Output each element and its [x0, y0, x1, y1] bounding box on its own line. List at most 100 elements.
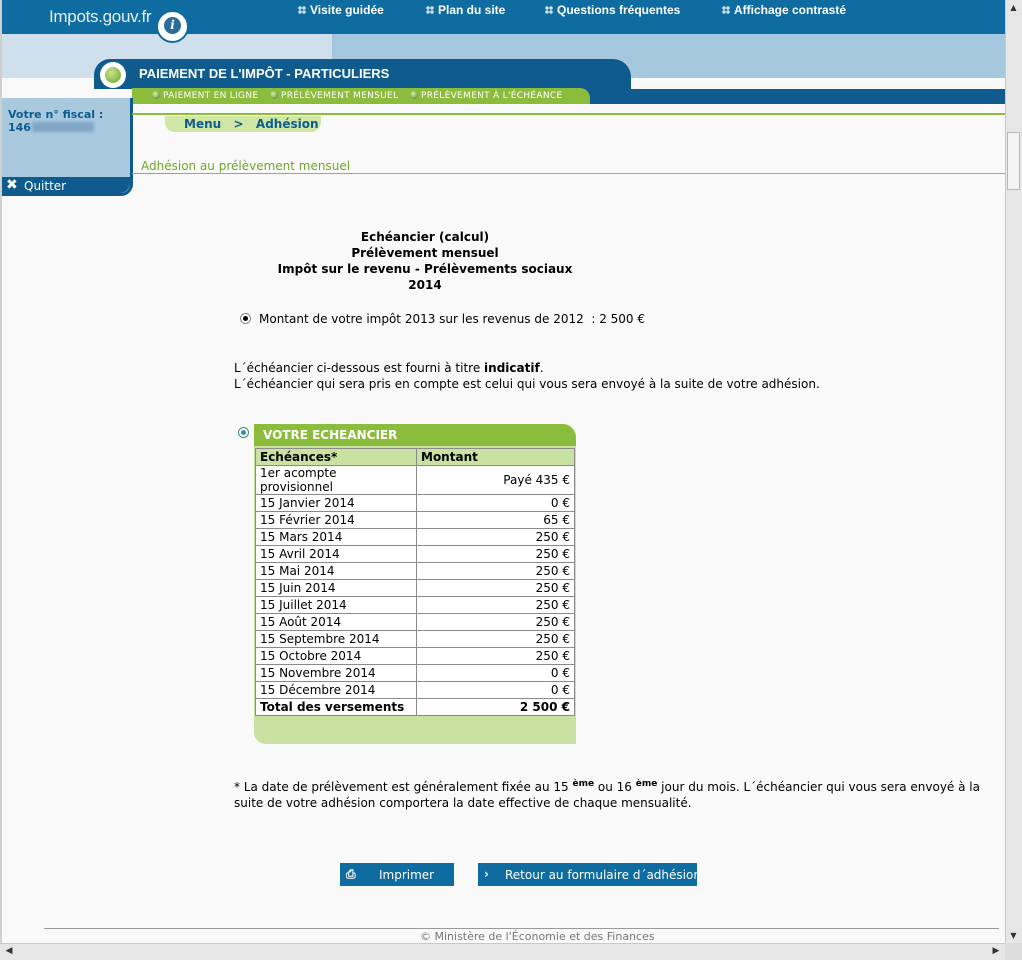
table-cell: 0 € [416, 681, 575, 699]
table-cell: 15 Octobre 2014 [255, 647, 417, 665]
table-cell: 1er acompte provisionnel [255, 465, 417, 495]
section-title: PAIEMENT DE L'IMPÔT - PARTICULIERS [139, 66, 390, 81]
back-button-label: Retour au formulaire d´adhésion [505, 868, 701, 882]
footnote-sup: ème [572, 779, 595, 789]
title-line: Prélèvement mensuel [351, 246, 499, 260]
table-cell: 250 € [416, 596, 575, 614]
info-text: L´échéancier qui sera pris en compte est… [234, 377, 820, 391]
total-label: Total des versements [255, 698, 417, 716]
link-visite-guidee[interactable]: Visite guidée [298, 3, 384, 17]
page-title: Echéancier (calcul) Prélèvement mensuel … [272, 229, 578, 293]
print-button-label: Imprimer [379, 868, 435, 882]
table-row: 15 Août 2014 250 € [255, 613, 575, 631]
total-value: 2 500 € [416, 698, 575, 716]
table-row: 15 Novembre 2014 0 € [255, 664, 575, 682]
table-row: 1er acompte provisionnel Payé 435 € [255, 465, 575, 495]
scroll-down-icon[interactable]: ▼ [1007, 929, 1020, 943]
scroll-up-icon[interactable]: ▲ [1007, 1, 1020, 15]
page-subtitle: Adhésion au prélèvement mensuel [141, 159, 351, 173]
link-questions-frequentes[interactable]: Questions fréquentes [545, 3, 680, 17]
table-cell: 15 Juin 2014 [255, 579, 417, 597]
table-cell: 250 € [416, 579, 575, 597]
subnav-prelevement-echeance[interactable]: PRÉLÈVEMENT À L'ÉCHÉANCE [410, 91, 562, 101]
column-header-montant: Montant [416, 448, 575, 466]
table-row: 15 Février 2014 65 € [255, 511, 575, 529]
info-text: L´échéancier ci-dessous est fourni à tit… [234, 361, 544, 375]
table-row: 15 Octobre 2014 250 € [255, 647, 575, 665]
table-row: 15 Septembre 2014 250 € [255, 630, 575, 648]
table-cell: 250 € [416, 562, 575, 580]
info-logo-icon[interactable]: i [156, 10, 189, 43]
table-cell: 250 € [416, 528, 575, 546]
link-affichage-contraste[interactable]: Affichage contrasté [722, 3, 846, 17]
table-cell: 0 € [416, 664, 575, 682]
table-row: 15 Juillet 2014 250 € [255, 596, 575, 614]
amount-label: Montant de votre impôt 2013 sur les reve… [259, 312, 646, 326]
table-row: 15 Mars 2014 250 € [255, 528, 575, 546]
info-logo-letter: i [164, 17, 181, 34]
schedule-table: Echéances* Montant 1er acompte provision… [255, 448, 575, 716]
table-cell: 15 Mars 2014 [255, 528, 417, 546]
table-row: 15 Janvier 2014 0 € [255, 494, 575, 512]
vertical-scroll-thumb[interactable] [1007, 132, 1020, 190]
table-cell: 15 Décembre 2014 [255, 681, 417, 699]
table-cell: 15 Août 2014 [255, 613, 417, 631]
divider [132, 113, 1005, 115]
fiscal-number: 146 [8, 121, 94, 134]
print-button[interactable]: ⎙ Imprimer [340, 863, 454, 886]
info-text-bold: indicatif [484, 361, 540, 375]
copyright: © Ministère de l'Économie et des Finance… [420, 930, 655, 943]
fiscal-label: Votre n° fiscal : [8, 108, 104, 121]
footnote-part: ou 16 [594, 780, 636, 794]
schedule-title: VOTRE ECHEANCIER [263, 428, 398, 442]
table-cell: 15 Juillet 2014 [255, 596, 417, 614]
page-frame: Impots.gouv.fr i Visite guidée Plan du s… [0, 0, 1005, 943]
table-cell: 250 € [416, 613, 575, 631]
close-icon[interactable]: ✖ [6, 178, 20, 192]
footnote-part: * La date de prélèvement est généralemen… [234, 780, 573, 794]
column-header-echeances: Echéances* [255, 448, 417, 466]
title-line: 2014 [408, 278, 442, 292]
footnote: * La date de prélèvement est généralemen… [234, 776, 994, 811]
table-cell: 15 Janvier 2014 [255, 494, 417, 512]
footnote-sup: ème [635, 779, 658, 789]
title-line: Impôt sur le revenu - Prélèvements socia… [277, 262, 573, 276]
subnav-prelevement-mensuel[interactable]: PRÉLÈVEMENT MENSUEL [270, 91, 398, 101]
subnav-paiement-en-ligne[interactable]: PAIEMENT EN LIGNE [152, 91, 258, 101]
table-cell: 15 Mai 2014 [255, 562, 417, 580]
table-row: 15 Décembre 2014 0 € [255, 681, 575, 699]
schedule-radio[interactable] [238, 427, 249, 438]
table-cell: 250 € [416, 630, 575, 648]
table-row: 15 Juin 2014 250 € [255, 579, 575, 597]
table-cell: 15 Février 2014 [255, 511, 417, 529]
fiscal-number-masked [31, 122, 94, 132]
fiscal-number-prefix: 146 [8, 121, 31, 134]
chevron-right-icon: › [484, 867, 489, 881]
table-cell: 15 Avril 2014 [255, 545, 417, 563]
table-cell: 15 Septembre 2014 [255, 630, 417, 648]
breadcrumb-text[interactable]: Menu > Adhésion [184, 117, 319, 131]
table-header-row: Echéances* Montant [255, 448, 575, 466]
table-row: 15 Mai 2014 250 € [255, 562, 575, 580]
back-to-form-button[interactable]: › Retour au formulaire d´adhésion [478, 863, 701, 886]
table-cell: 250 € [416, 545, 575, 563]
table-cell: 15 Novembre 2014 [255, 664, 417, 682]
footer-divider [44, 928, 999, 929]
horizontal-scrollbar[interactable] [0, 943, 1005, 960]
info-text-part: L´échéancier ci-dessous est fourni à tit… [234, 361, 485, 375]
quit-link[interactable]: Quitter [24, 179, 66, 193]
scroll-left-icon[interactable]: ◀ [2, 945, 16, 958]
divider [132, 173, 1005, 174]
table-row: 15 Avril 2014 250 € [255, 545, 575, 563]
scrollbar-corner [1005, 943, 1022, 960]
site-logo[interactable]: Impots.gouv.fr [49, 7, 152, 27]
table-cell: Payé 435 € [416, 465, 575, 495]
amount-radio[interactable] [240, 313, 251, 324]
section-bullet-icon [100, 62, 126, 88]
table-cell: 65 € [416, 511, 575, 529]
title-line: Echéancier (calcul) [360, 230, 490, 244]
table-total-row: Total des versements 2 500 € [255, 698, 575, 716]
scroll-right-icon[interactable]: ▶ [989, 945, 1003, 958]
link-plan-du-site[interactable]: Plan du site [426, 3, 505, 17]
table-cell: 0 € [416, 494, 575, 512]
